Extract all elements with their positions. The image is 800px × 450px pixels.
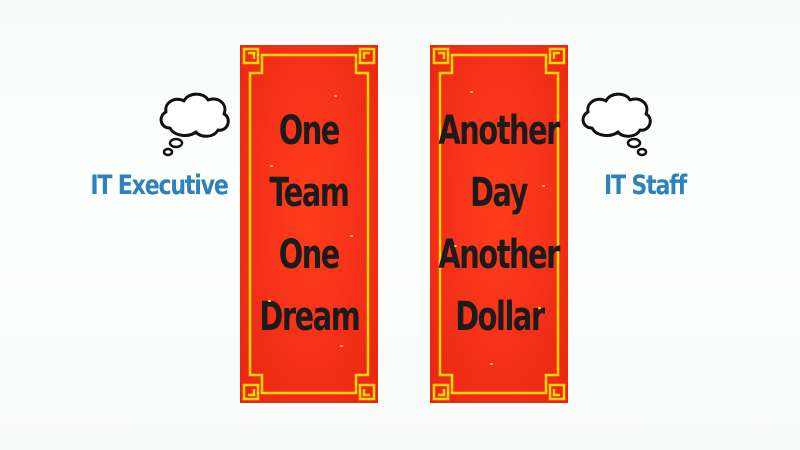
sparkle bbox=[268, 300, 271, 302]
sparkle bbox=[340, 345, 343, 347]
thought-cloud-icon bbox=[159, 92, 230, 157]
thought-cloud-icon bbox=[581, 92, 652, 157]
banner-line: Team bbox=[269, 170, 349, 216]
banner-line: Day bbox=[470, 170, 529, 216]
banner-line: Dollar bbox=[454, 294, 545, 340]
sparkle bbox=[270, 165, 273, 167]
sparkle bbox=[490, 363, 493, 365]
banner-text-left: One Team One Dream bbox=[240, 100, 378, 348]
banner-right: Another Day Another Dollar bbox=[430, 45, 568, 403]
banner-line: One bbox=[278, 232, 341, 278]
banner-text-right: Another Day Another Dollar bbox=[430, 100, 568, 348]
sparkle bbox=[334, 95, 337, 97]
banner-line: Another bbox=[438, 232, 561, 278]
sparkle bbox=[538, 307, 541, 309]
sparkle bbox=[454, 245, 457, 247]
it-executive-label: IT Executive bbox=[90, 170, 228, 201]
sparkle bbox=[350, 235, 353, 237]
it-staff-label: IT Staff bbox=[604, 170, 687, 201]
banner-line: One bbox=[278, 108, 341, 154]
sparkle bbox=[542, 185, 545, 187]
banner-line: Dream bbox=[259, 294, 360, 340]
banner-left: One Team One Dream bbox=[240, 45, 378, 403]
sparkle bbox=[470, 91, 473, 93]
banner-line: Another bbox=[438, 108, 561, 154]
